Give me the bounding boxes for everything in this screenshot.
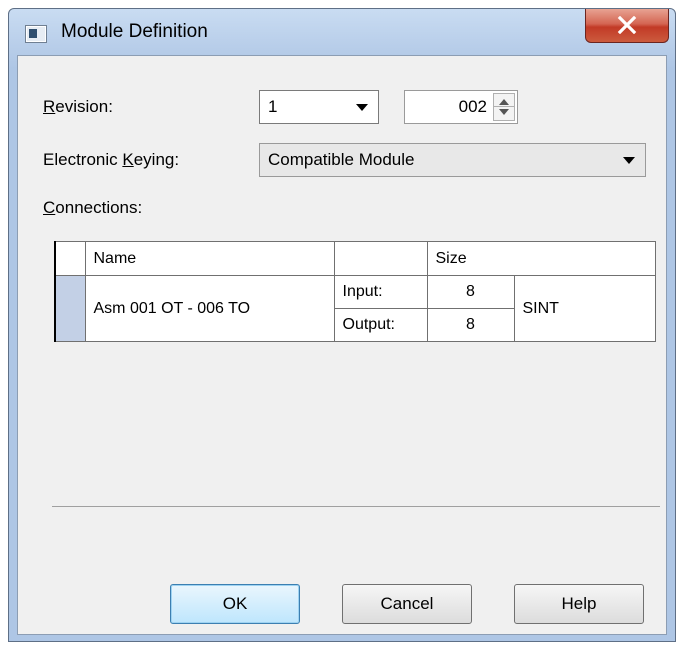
window-title: Module Definition: [61, 21, 208, 42]
input-label-cell: Input:: [333, 275, 428, 309]
electronic-keying-select[interactable]: Compatible Module: [259, 143, 646, 177]
data-type-cell[interactable]: SINT: [513, 275, 656, 342]
input-size-cell[interactable]: 8: [426, 275, 515, 309]
column-header-name[interactable]: Name: [84, 241, 335, 276]
cancel-button[interactable]: Cancel: [342, 584, 472, 624]
table-header-row: Name Size: [54, 241, 656, 276]
revision-minor-value: 002: [458, 97, 487, 116]
electronic-keying-label: Electronic Keying:: [43, 150, 180, 169]
revision-label: Revision:: [43, 97, 113, 116]
row-header-corner: [54, 241, 86, 276]
revision-minor-spinner[interactable]: 002: [404, 90, 518, 124]
close-button[interactable]: [585, 9, 669, 43]
module-definition-window: Module Definition Revision: 1 002 Electr…: [8, 8, 676, 642]
separator: [52, 506, 660, 507]
column-header-blank: [333, 241, 428, 276]
output-label-cell: Output:: [333, 308, 428, 342]
ok-button[interactable]: OK: [170, 584, 300, 624]
output-size-cell[interactable]: 8: [426, 308, 515, 342]
close-icon: [617, 16, 637, 34]
table-row[interactable]: Asm 001 OT - 006 TO Input: 8 SINT: [54, 275, 656, 342]
column-header-size[interactable]: Size: [426, 241, 656, 276]
electronic-keying-value: Compatible Module: [268, 150, 415, 169]
dialog-body: Revision: 1 002 Electronic Keying: Compa…: [17, 55, 667, 635]
revision-major-value: 1: [268, 97, 278, 116]
row-selector[interactable]: [54, 275, 86, 342]
revision-major-select[interactable]: 1: [259, 90, 379, 124]
spin-down-icon[interactable]: [499, 109, 509, 115]
chevron-down-icon: [356, 104, 368, 111]
window-icon: [25, 25, 47, 43]
connection-name-cell[interactable]: Asm 001 OT - 006 TO: [84, 275, 335, 342]
title-bar[interactable]: Module Definition: [9, 9, 675, 55]
connections-label: Connections:: [43, 198, 143, 217]
spin-buttons[interactable]: [493, 93, 515, 121]
spin-up-icon[interactable]: [499, 99, 509, 105]
chevron-down-icon: [623, 157, 635, 164]
help-button[interactable]: Help: [514, 584, 644, 624]
connections-table[interactable]: Name Size Asm 001 OT - 006 TO Input: 8 S…: [54, 241, 656, 342]
